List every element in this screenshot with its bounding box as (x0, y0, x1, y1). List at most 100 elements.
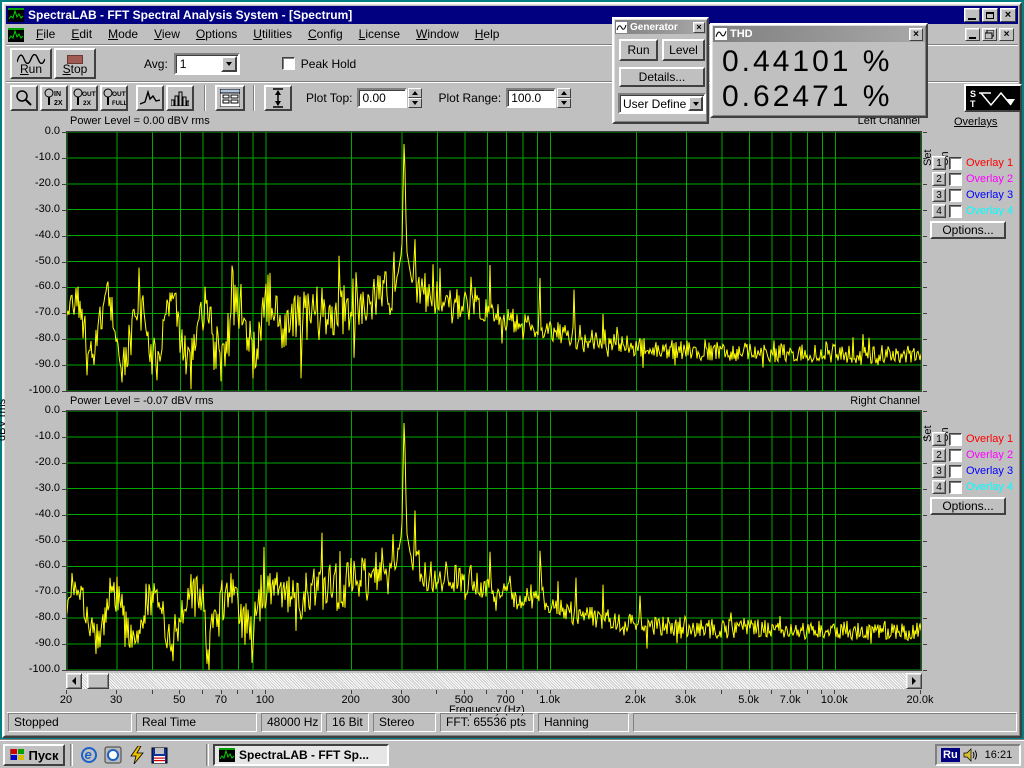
vertical-range-icon (271, 88, 285, 108)
status-hanning: Hanning (538, 713, 629, 732)
overlay-set-button-4[interactable]: 4 (932, 480, 946, 494)
overlays-options-button[interactable]: Options... (930, 497, 1006, 515)
overlay-set-button-3[interactable]: 3 (932, 464, 946, 478)
overlay-row-2: 2Overlay 2 (932, 448, 1013, 462)
overlay-set-button-4[interactable]: 4 (932, 204, 946, 218)
generator-level-label: Level (669, 43, 698, 57)
generator-mode-combobox[interactable]: User Define (618, 93, 706, 114)
thd-close-button[interactable]: × (909, 28, 923, 41)
peak-hold-checkbox[interactable] (282, 57, 295, 70)
overlay-on-checkbox-1[interactable] (949, 433, 962, 446)
y-tick (62, 132, 66, 133)
status-stopped: Stopped (8, 713, 132, 732)
overlay-set-button-1[interactable]: 1 (932, 156, 946, 170)
menu-edit[interactable]: Edit (63, 25, 100, 44)
toolbar-separator (253, 85, 255, 111)
minimize-button[interactable] (964, 8, 980, 22)
scale-range-button[interactable] (264, 85, 292, 111)
x-tick-label: 200 (331, 694, 371, 706)
menu-help[interactable]: Help (467, 25, 508, 44)
line-plot-mode-button[interactable] (136, 85, 164, 111)
overlay-on-checkbox-4[interactable] (949, 205, 962, 218)
y-tick (62, 158, 66, 159)
generator-mode-arrow[interactable] (688, 96, 703, 111)
maximize-button[interactable] (982, 8, 998, 22)
overlay-set-button-1[interactable]: 1 (932, 432, 946, 446)
zoom-out-full-button[interactable]: OUT FULL (100, 85, 128, 111)
overlay-on-checkbox-3[interactable] (949, 465, 962, 478)
stop-button[interactable]: Stop (54, 48, 96, 79)
title-bar[interactable]: SpectraLAB - FFT Spectral Analysis Syste… (6, 6, 1018, 24)
run-button[interactable]: Run (10, 48, 52, 79)
svg-text:S: S (970, 89, 976, 99)
y-tick (62, 365, 66, 366)
spectralab-logo-button[interactable]: S T (964, 84, 1022, 112)
menu-view[interactable]: View (146, 25, 188, 44)
overlay-on-checkbox-1[interactable] (949, 157, 962, 170)
quick-launch-viewer[interactable] (102, 744, 124, 766)
mdi-restore-button[interactable] (982, 28, 997, 41)
overlay-on-checkbox-2[interactable] (949, 449, 962, 462)
plot-top-spinner[interactable] (408, 88, 422, 108)
avg-combobox[interactable]: 1 (174, 53, 240, 75)
zoom-out-2x-button[interactable]: OUT 2X (70, 85, 98, 111)
zoom-in-2x-button[interactable]: IN 2X (40, 85, 68, 111)
quick-launch-save[interactable] (148, 744, 170, 766)
menu-file[interactable]: File (28, 25, 63, 44)
thd-right-value: 0.62471 % (722, 80, 892, 114)
right-channel-plot[interactable] (66, 410, 922, 671)
bar-plot-mode-button[interactable] (166, 85, 194, 111)
y-tick-label: -70.0 (18, 306, 60, 318)
overlay-set-button-2[interactable]: 2 (932, 172, 946, 186)
menu-options[interactable]: Options (188, 25, 245, 44)
menu-window[interactable]: Window (408, 25, 467, 44)
menu-utilities[interactable]: Utilities (245, 25, 300, 44)
mdi-minimize-button[interactable] (965, 28, 980, 41)
x-tick-label: 50 (159, 694, 199, 706)
left-channel-plot[interactable] (66, 131, 922, 392)
y-tick-label: -50.0 (18, 534, 60, 546)
language-indicator[interactable]: Ru (941, 748, 960, 762)
generator-close-button[interactable]: × (693, 22, 705, 33)
quick-launch-ie[interactable]: e (78, 744, 100, 766)
overlay-set-button-2[interactable]: 2 (932, 448, 946, 462)
generator-details-button[interactable]: Details... (619, 67, 705, 87)
x-tick-label: 30 (96, 694, 136, 706)
overlays-options-button[interactable]: Options... (930, 221, 1006, 239)
y-tick (62, 411, 66, 412)
overlay-on-checkbox-3[interactable] (949, 189, 962, 202)
mdi-child-icon[interactable] (8, 28, 24, 42)
clock[interactable]: 16:21 (985, 749, 1013, 761)
quick-launch-winamp[interactable] (126, 744, 148, 766)
generator-level-button[interactable]: Level (662, 39, 705, 61)
mdi-close-button[interactable]: × (999, 28, 1014, 41)
overlay-row-4: 4Overlay 4 (932, 480, 1013, 494)
thd-title-bar[interactable]: THD × (713, 26, 925, 42)
frequency-scrollbar[interactable] (66, 673, 922, 689)
plot-range-input[interactable]: 100.0 (506, 88, 556, 108)
zoom-cursor-button[interactable] (10, 85, 38, 111)
scroll-right-button[interactable] (906, 673, 922, 689)
scroll-left-button[interactable] (66, 673, 82, 689)
generator-window[interactable]: Generator × Run Level Details... User De… (612, 17, 709, 124)
avg-dropdown-arrow[interactable] (221, 56, 237, 72)
volume-icon[interactable] (963, 748, 979, 762)
generator-title-bar[interactable]: Generator × (615, 20, 706, 34)
overlay-set-button-3[interactable]: 3 (932, 188, 946, 202)
y-tick (62, 515, 66, 516)
overlay-on-checkbox-2[interactable] (949, 173, 962, 186)
plot-top-input[interactable]: 0.00 (357, 88, 407, 108)
left-spectrum-trace (67, 144, 921, 389)
menu-mode[interactable]: Mode (100, 25, 146, 44)
details-view-button[interactable] (215, 85, 245, 111)
scroll-thumb[interactable] (87, 673, 109, 689)
task-button-spectralab[interactable]: SpectraLAB - FFT Sp... (213, 744, 389, 766)
menu-license[interactable]: License (351, 25, 408, 44)
close-button[interactable]: × (1000, 8, 1016, 22)
plot-range-spinner[interactable] (557, 88, 571, 108)
thd-window[interactable]: THD × 0.44101 % 0.62471 % (710, 23, 928, 118)
menu-config[interactable]: Config (300, 25, 351, 44)
generator-run-button[interactable]: Run (619, 39, 658, 61)
overlay-on-checkbox-4[interactable] (949, 481, 962, 494)
start-button[interactable]: Пуск (3, 744, 65, 766)
